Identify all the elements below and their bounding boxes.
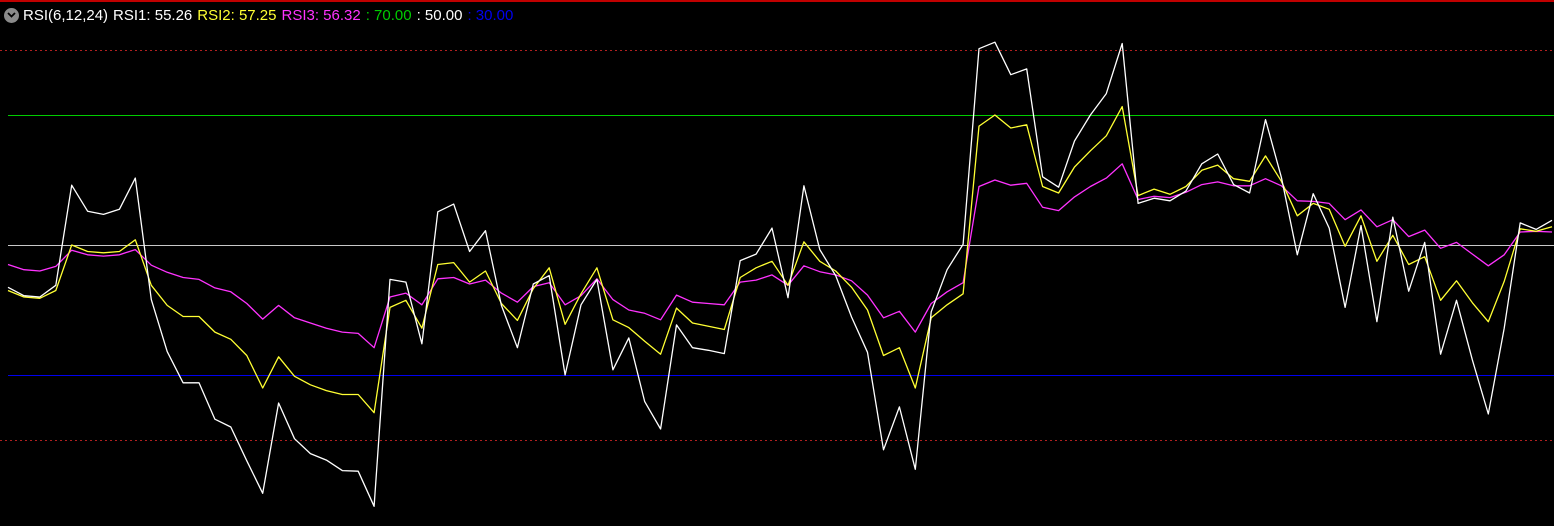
level-high-value: : 70.00	[365, 6, 412, 24]
indicator-name: RSI(6,12,24)	[23, 6, 109, 24]
rsi-chart	[0, 41, 1554, 507]
level-low-value: : 30.00	[467, 6, 514, 24]
rsi1-value: RSI1: 55.26	[113, 6, 193, 24]
series-line-rsi3	[7, 163, 1553, 349]
level-mid-value: : 50.00	[416, 6, 463, 24]
series-lines	[7, 41, 1553, 507]
series-line-rsi2	[7, 105, 1553, 414]
rsi2-value: RSI2: 57.25	[197, 6, 277, 24]
reference-lines	[0, 50, 1554, 441]
collapse-button[interactable]	[4, 7, 19, 23]
chevron-down-icon	[7, 12, 16, 18]
rsi3-value: RSI3: 56.32	[281, 6, 361, 24]
indicator-header: RSI(6,12,24) RSI1: 55.26 RSI2: 57.25 RSI…	[4, 4, 518, 26]
